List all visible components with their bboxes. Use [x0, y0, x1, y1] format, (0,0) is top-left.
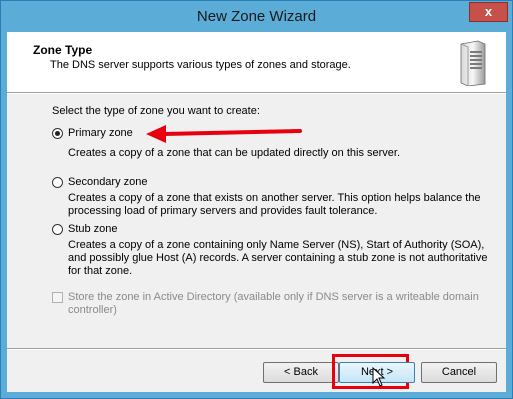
close-icon: x: [484, 4, 493, 19]
secondary-zone-label[interactable]: Secondary zone: [68, 176, 148, 188]
window-frame-right: [506, 32, 512, 392]
annotation-arrow-icon: [146, 125, 302, 143]
window-frame-bottom: [1, 392, 512, 398]
store-in-ad-checkbox[interactable]: [52, 292, 63, 303]
stub-zone-label[interactable]: Stub zone: [68, 223, 118, 235]
zone-type-prompt: Select the type of zone you want to crea…: [52, 105, 260, 117]
page-title: Zone Type: [33, 43, 93, 57]
primary-zone-description: Creates a copy of a zone that can be upd…: [68, 147, 401, 159]
page-subtitle: The DNS server supports various types of…: [50, 59, 351, 71]
stub-zone-description: Creates a copy of a zone containing only…: [68, 239, 488, 277]
cancel-button[interactable]: Cancel: [421, 362, 497, 383]
header-divider-highlight: [7, 93, 506, 94]
primary-zone-radio[interactable]: [52, 128, 63, 139]
server-icon: [460, 40, 486, 86]
store-in-ad-label[interactable]: Store the zone in Active Directory (avai…: [68, 291, 488, 317]
window-title: New Zone Wizard: [196, 8, 317, 25]
footer-divider-highlight: [7, 349, 506, 350]
wizard-header: Zone Type The DNS server supports variou…: [7, 32, 506, 92]
secondary-zone-radio[interactable]: [52, 177, 63, 188]
primary-zone-label[interactable]: Primary zone: [68, 127, 133, 139]
back-button[interactable]: < Back: [263, 362, 339, 383]
close-button[interactable]: x: [469, 2, 508, 22]
title-bar[interactable]: New Zone Wizard x: [1, 1, 512, 32]
mouse-cursor-icon: [372, 367, 386, 387]
wizard-window: New Zone Wizard x Zone Type The DNS serv…: [0, 0, 513, 399]
stub-zone-radio[interactable]: [52, 224, 63, 235]
secondary-zone-description: Creates a copy of a zone that exists on …: [68, 192, 481, 217]
